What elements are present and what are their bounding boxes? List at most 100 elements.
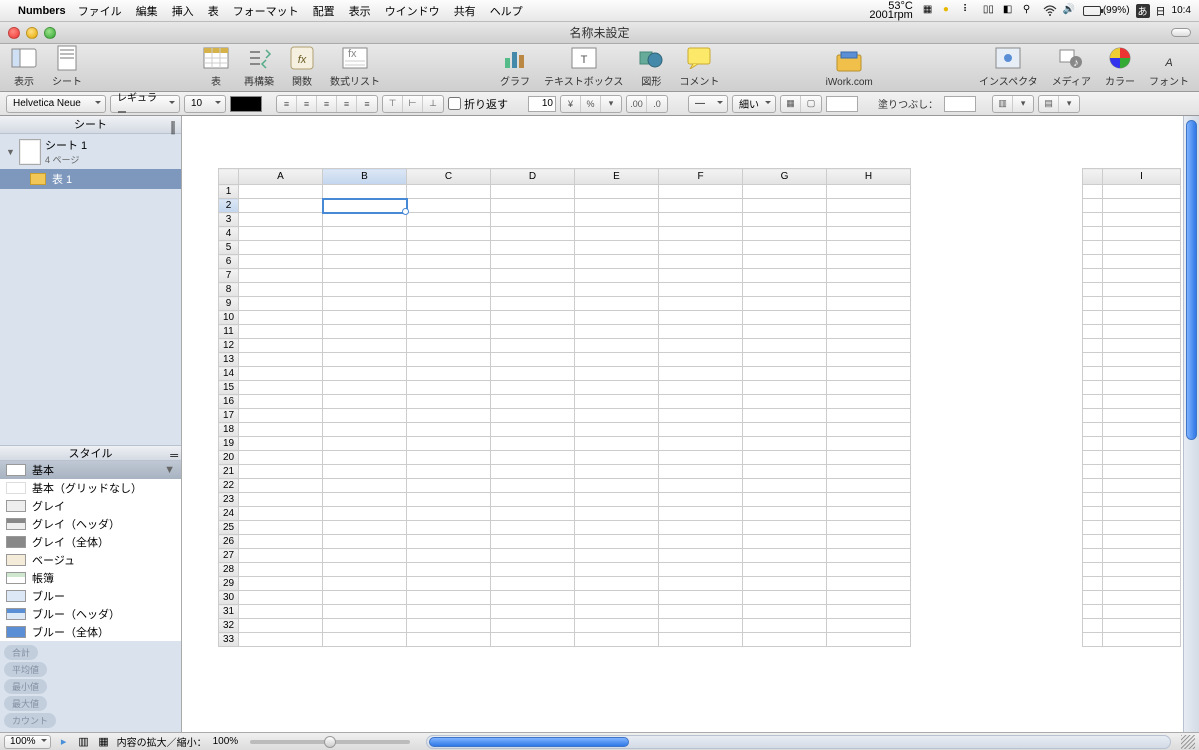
row-header[interactable]: 10 (219, 311, 239, 325)
cell[interactable] (239, 381, 323, 395)
cell[interactable] (575, 395, 659, 409)
cell[interactable] (323, 577, 407, 591)
cell[interactable] (575, 437, 659, 451)
cell[interactable] (323, 451, 407, 465)
cell[interactable] (407, 395, 491, 409)
row-header[interactable]: 28 (219, 563, 239, 577)
cell[interactable] (491, 311, 575, 325)
cell[interactable] (239, 605, 323, 619)
cell[interactable] (743, 353, 827, 367)
cell[interactable] (239, 563, 323, 577)
cell[interactable] (743, 241, 827, 255)
row-header[interactable]: 18 (219, 423, 239, 437)
cell[interactable] (827, 577, 911, 591)
style-item[interactable]: ブルー (0, 587, 181, 605)
cell[interactable] (575, 367, 659, 381)
cell[interactable] (743, 367, 827, 381)
cell[interactable] (659, 563, 743, 577)
menu-share[interactable]: 共有 (454, 3, 476, 19)
cell[interactable] (323, 325, 407, 339)
cell[interactable] (407, 451, 491, 465)
row-header[interactable]: 6 (219, 255, 239, 269)
cell[interactable] (827, 549, 911, 563)
row-header[interactable]: 29 (219, 577, 239, 591)
cell[interactable] (1103, 479, 1181, 493)
style-item[interactable]: グレイ (0, 497, 181, 515)
cell[interactable] (575, 353, 659, 367)
toolbar-font-button[interactable]: Aフォント (1149, 44, 1189, 88)
cell[interactable] (407, 227, 491, 241)
cell[interactable] (575, 325, 659, 339)
cell[interactable] (239, 199, 323, 213)
cell[interactable] (323, 507, 407, 521)
toolbar-iwork-button[interactable]: iWork.com (826, 48, 873, 88)
row-header[interactable]: 8 (219, 283, 239, 297)
cell[interactable] (491, 241, 575, 255)
cell[interactable] (323, 605, 407, 619)
cell[interactable] (407, 507, 491, 521)
cell[interactable] (659, 423, 743, 437)
cell[interactable] (1103, 563, 1181, 577)
toolbar-textbox-button[interactable]: Tテキストボックス (544, 44, 623, 88)
cell[interactable] (1103, 269, 1181, 283)
cell[interactable] (491, 465, 575, 479)
window-minimize-button[interactable] (26, 27, 38, 39)
cell[interactable] (827, 297, 911, 311)
volume-icon[interactable]: 🔊 (1063, 4, 1077, 18)
cell[interactable] (827, 227, 911, 241)
cell[interactable] (743, 213, 827, 227)
menu-edit[interactable]: 編集 (136, 3, 158, 19)
battery-status[interactable]: (99%) (1083, 5, 1130, 16)
cell[interactable] (1103, 493, 1181, 507)
row-header[interactable]: 20 (219, 451, 239, 465)
menu-format[interactable]: フォーマット (233, 3, 299, 19)
row-header[interactable]: 15 (219, 381, 239, 395)
cell[interactable] (827, 353, 911, 367)
cell[interactable] (743, 409, 827, 423)
cell[interactable] (239, 241, 323, 255)
row-header[interactable]: 14 (219, 367, 239, 381)
sheet-item[interactable]: ▼ シート 14 ページ (0, 134, 181, 169)
style-item[interactable]: 基本（グリッドなし） (0, 479, 181, 497)
cell[interactable] (491, 521, 575, 535)
font-weight-dropdown[interactable]: レギュラー (110, 95, 180, 113)
window-zoom-button[interactable] (44, 27, 56, 39)
pill-sum[interactable]: 合計 (4, 645, 38, 660)
style-item[interactable]: ベージュ (0, 551, 181, 569)
cell[interactable] (827, 493, 911, 507)
cell[interactable] (239, 213, 323, 227)
cell[interactable] (659, 605, 743, 619)
row-header[interactable]: 32 (219, 619, 239, 633)
cell[interactable] (491, 423, 575, 437)
cell[interactable] (1103, 549, 1181, 563)
cell[interactable] (407, 437, 491, 451)
menu-view[interactable]: 表示 (349, 3, 371, 19)
cell[interactable] (827, 185, 911, 199)
cell[interactable] (659, 479, 743, 493)
cell[interactable] (1103, 283, 1181, 297)
cell[interactable] (827, 633, 911, 647)
cell[interactable] (659, 633, 743, 647)
cell[interactable] (407, 325, 491, 339)
cell[interactable] (323, 367, 407, 381)
cell[interactable] (575, 199, 659, 213)
cell[interactable] (407, 633, 491, 647)
cell[interactable] (323, 311, 407, 325)
cell[interactable] (323, 465, 407, 479)
cell[interactable] (239, 535, 323, 549)
cell[interactable] (827, 451, 911, 465)
cell[interactable] (323, 619, 407, 633)
cell[interactable] (659, 395, 743, 409)
cell[interactable] (659, 507, 743, 521)
row-header[interactable]: 26 (219, 535, 239, 549)
cell-merge-segment[interactable]: ▤▾ (1038, 95, 1080, 113)
font-family-dropdown[interactable]: Helvetica Neue (6, 95, 106, 113)
cell[interactable] (239, 521, 323, 535)
cell[interactable] (575, 227, 659, 241)
scrollbar-thumb[interactable] (1186, 120, 1197, 440)
cell[interactable] (659, 269, 743, 283)
cell[interactable] (575, 619, 659, 633)
cell[interactable] (323, 339, 407, 353)
cell[interactable] (1103, 591, 1181, 605)
column-header[interactable]: I (1103, 169, 1181, 185)
